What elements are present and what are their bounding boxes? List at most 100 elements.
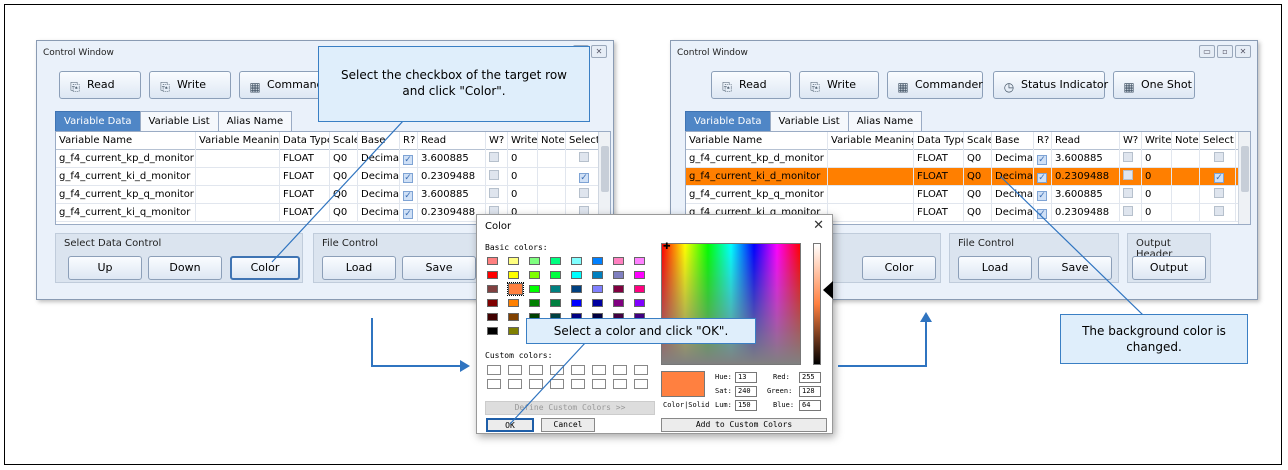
custom-color-slot[interactable] [508, 365, 522, 375]
color-swatch[interactable] [529, 285, 540, 293]
table-row[interactable]: g_f4_current_kp_q_monitor FLOAT Q0 Decim… [56, 186, 610, 204]
color-swatch[interactable] [571, 257, 582, 265]
r-checkbox[interactable]: ✓ [403, 173, 413, 183]
cancel-button[interactable]: Cancel [541, 418, 595, 432]
r-checkbox[interactable]: ✓ [403, 209, 413, 219]
read-button[interactable]: ⎘ Read [59, 71, 141, 99]
custom-color-slot[interactable] [613, 379, 627, 389]
sat-input[interactable]: 240 [735, 386, 757, 397]
r-checkbox[interactable]: ✓ [1037, 191, 1047, 201]
up-button[interactable]: Up [68, 256, 142, 280]
status-indicator-button[interactable]: ◷ Status Indicator [993, 71, 1108, 99]
color-swatch[interactable] [613, 285, 624, 293]
color-swatch[interactable] [508, 327, 519, 335]
close-icon[interactable]: ✕ [1235, 45, 1251, 58]
tab-alias-name[interactable]: Alias Name [847, 111, 923, 131]
custom-color-slot[interactable] [550, 379, 564, 389]
output-button[interactable]: Output [1132, 256, 1206, 280]
color-swatch[interactable] [634, 271, 645, 279]
color-swatch[interactable] [634, 285, 645, 293]
r-checkbox[interactable]: ✓ [403, 155, 413, 165]
color-swatch[interactable] [550, 257, 561, 265]
tab-alias-name[interactable]: Alias Name [217, 111, 293, 131]
color-swatch[interactable] [487, 313, 498, 321]
color-swatch[interactable] [529, 299, 540, 307]
cell-write[interactable]: 0 [1142, 150, 1172, 168]
grid-scrollbar[interactable] [598, 132, 610, 224]
table-row[interactable]: g_f4_current_kp_q_monitor FLOAT Q0 Decim… [686, 186, 1246, 204]
color-swatch-selected[interactable] [507, 282, 524, 296]
commander-button[interactable]: ▦ Commander [887, 71, 983, 99]
table-row-colored[interactable]: g_f4_current_ki_d_monitor FLOAT Q0 Decim… [686, 168, 1246, 186]
custom-color-slot[interactable] [529, 379, 543, 389]
custom-color-slot[interactable] [550, 365, 564, 375]
scrollbar-thumb[interactable] [1241, 146, 1249, 192]
color-swatch[interactable] [571, 299, 582, 307]
close-icon[interactable]: ✕ [591, 45, 607, 58]
w-checkbox[interactable] [1123, 188, 1133, 198]
red-input[interactable]: 255 [799, 372, 821, 383]
color-button[interactable]: Color [230, 256, 300, 280]
color-swatch[interactable] [571, 271, 582, 279]
color-swatch[interactable] [508, 257, 519, 265]
cell-write[interactable]: 0 [508, 186, 538, 204]
color-spectrum[interactable] [661, 243, 801, 365]
hue-input[interactable]: 13 [735, 372, 757, 383]
custom-color-slot[interactable] [529, 365, 543, 375]
select-checkbox[interactable] [1214, 152, 1224, 162]
cell-write[interactable]: 0 [508, 150, 538, 168]
cell-write[interactable]: 0 [1142, 204, 1172, 222]
color-swatch[interactable] [529, 271, 540, 279]
load-button[interactable]: Load [322, 256, 396, 280]
w-checkbox[interactable] [1123, 152, 1133, 162]
tab-variable-list[interactable]: Variable List [769, 111, 849, 131]
tab-variable-data[interactable]: Variable Data [55, 111, 141, 131]
select-checkbox[interactable] [1214, 188, 1224, 198]
scrollbar-thumb[interactable] [601, 146, 609, 192]
table-row[interactable]: g_f4_current_kp_d_monitor FLOAT Q0 Decim… [686, 150, 1246, 168]
custom-color-slot[interactable] [571, 365, 585, 375]
r-checkbox[interactable]: ✓ [1037, 173, 1047, 183]
custom-color-slot[interactable] [634, 365, 648, 375]
color-swatch[interactable] [550, 299, 561, 307]
green-input[interactable]: 128 [799, 386, 821, 397]
custom-color-slot[interactable] [508, 379, 522, 389]
r-checkbox[interactable]: ✓ [1037, 209, 1047, 219]
down-button[interactable]: Down [148, 256, 222, 280]
tab-variable-list[interactable]: Variable List [139, 111, 219, 131]
color-swatch[interactable] [592, 257, 603, 265]
ok-button[interactable]: OK [486, 418, 534, 432]
w-checkbox[interactable] [489, 152, 499, 162]
color-swatch[interactable] [508, 271, 519, 279]
color-swatch[interactable] [487, 327, 498, 335]
color-swatch[interactable] [634, 257, 645, 265]
w-checkbox[interactable] [489, 188, 499, 198]
define-custom-colors-button[interactable]: Define Custom Colors >> [485, 401, 655, 415]
w-checkbox[interactable] [489, 170, 499, 180]
color-swatch[interactable] [487, 271, 498, 279]
luminance-bar[interactable] [813, 243, 821, 365]
grid-scrollbar[interactable] [1238, 132, 1250, 224]
w-checkbox[interactable] [1123, 170, 1133, 180]
load-button[interactable]: Load [958, 256, 1032, 280]
select-checkbox[interactable]: ✓ [579, 173, 589, 183]
color-swatch[interactable] [487, 285, 498, 293]
write-button[interactable]: ⎘ Write [799, 71, 879, 99]
color-swatch[interactable] [550, 285, 561, 293]
select-checkbox[interactable]: ✓ [1214, 173, 1224, 183]
read-button[interactable]: ⎘ Read [711, 71, 791, 99]
custom-color-slot[interactable] [592, 365, 606, 375]
color-button[interactable]: Color [862, 256, 936, 280]
save-button[interactable]: Save [1038, 256, 1112, 280]
color-swatch[interactable] [613, 299, 624, 307]
custom-color-slot[interactable] [571, 379, 585, 389]
close-icon[interactable]: ✕ [813, 218, 824, 233]
minimize-icon[interactable]: ▭ [1199, 45, 1215, 58]
color-swatch[interactable] [592, 299, 603, 307]
table-row[interactable]: g_f4_current_kp_d_monitor FLOAT Q0 Decim… [56, 150, 610, 168]
write-button[interactable]: ⎘ Write [149, 71, 231, 99]
cell-write[interactable]: 0 [1142, 186, 1172, 204]
color-swatch[interactable] [487, 299, 498, 307]
save-button[interactable]: Save [402, 256, 476, 280]
table-row[interactable]: g_f4_current_ki_d_monitor FLOAT Q0 Decim… [56, 168, 610, 186]
